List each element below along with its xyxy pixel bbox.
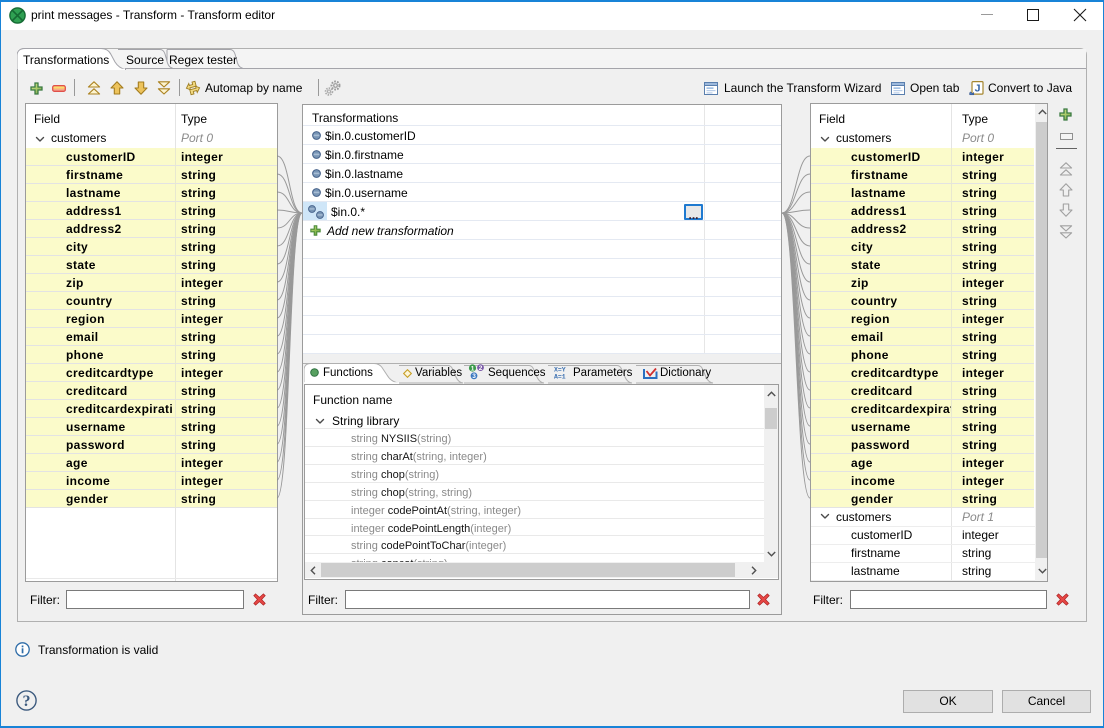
svg-text:J: J (975, 82, 981, 94)
svg-text:3: 3 (472, 373, 476, 380)
svg-text:2: 2 (479, 365, 483, 372)
svg-text:1: 1 (471, 366, 475, 373)
svg-text:A=1: A=1 (554, 373, 566, 379)
svg-text:?: ? (23, 693, 31, 710)
